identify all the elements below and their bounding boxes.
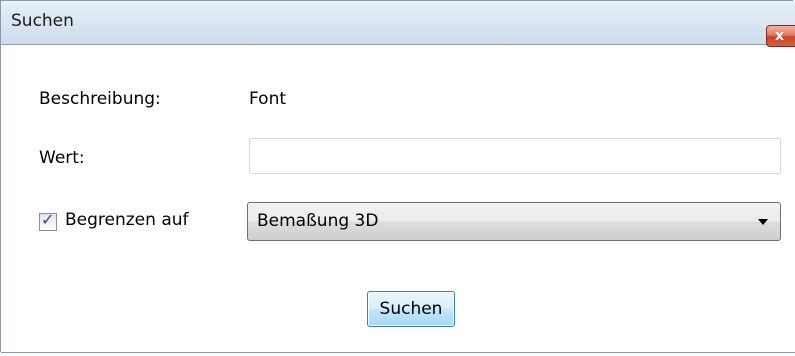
chevron-down-icon bbox=[758, 219, 768, 225]
close-button[interactable]: x bbox=[766, 25, 795, 47]
dialog-content: Beschreibung: Font Wert: ✓ Begrenzen auf… bbox=[1, 45, 795, 355]
limit-select-value: Bemaßung 3D bbox=[257, 211, 379, 231]
description-value: Font bbox=[249, 89, 287, 109]
value-label: Wert: bbox=[39, 148, 85, 168]
description-label: Beschreibung: bbox=[39, 89, 161, 109]
window-title: Suchen bbox=[11, 11, 74, 31]
search-dialog: Suchen Beschreibung: Font Wert: ✓ Begren… bbox=[0, 0, 795, 355]
title-bar[interactable]: Suchen bbox=[1, 1, 795, 45]
search-button[interactable]: Suchen bbox=[367, 291, 455, 327]
checkmark-icon: ✓ bbox=[41, 210, 55, 229]
value-input[interactable] bbox=[249, 138, 781, 174]
limit-select[interactable]: Bemaßung 3D bbox=[247, 202, 781, 241]
window-bottom-border bbox=[1, 352, 795, 353]
limit-checkbox-label[interactable]: Begrenzen auf bbox=[65, 210, 189, 230]
close-icon: x bbox=[775, 28, 785, 44]
limit-checkbox[interactable]: ✓ bbox=[39, 210, 57, 231]
